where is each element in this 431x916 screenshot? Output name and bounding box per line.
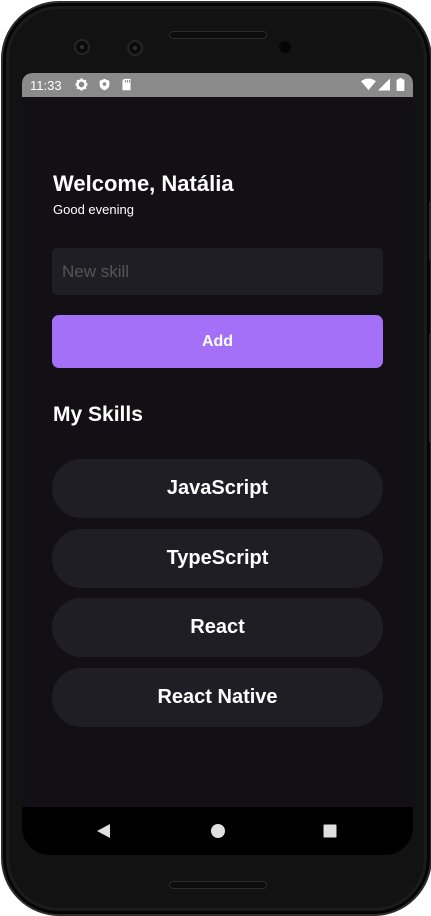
skill-card[interactable]: JavaScript — [52, 459, 383, 518]
status-time: 11:33 — [30, 78, 62, 93]
skill-card[interactable]: TypeScript — [52, 529, 383, 588]
front-camera-icon — [74, 39, 90, 55]
greeting-subtitle: Good evening — [53, 202, 134, 217]
welcome-title: Welcome, Natália — [53, 171, 234, 196]
recents-icon[interactable] — [318, 819, 342, 843]
wifi-icon — [361, 78, 376, 91]
settings-gear-icon — [75, 78, 88, 91]
app-screen: 11:33 Welcome, Natália Good evening New … — [22, 73, 413, 855]
section-title: My Skills — [53, 403, 143, 426]
sd-card-icon — [122, 78, 131, 91]
signal-icon — [378, 78, 390, 91]
battery-icon — [396, 78, 405, 91]
skill-card-label: React Native — [157, 686, 278, 708]
front-camera-icon — [127, 40, 143, 56]
new-skill-input[interactable] — [52, 248, 383, 295]
status-bar: 11:33 — [22, 73, 413, 97]
skill-card-label: JavaScript — [166, 477, 269, 499]
skill-card[interactable]: React Native — [52, 668, 383, 727]
proximity-sensor — [279, 41, 291, 53]
skill-card[interactable]: React — [52, 598, 383, 657]
main-content: Welcome, Natália Good evening Add My Ski… — [22, 97, 413, 807]
phone-frame: 11:33 Welcome, Natália Good evening New … — [1, 1, 431, 916]
skill-card-label: React — [190, 616, 245, 638]
earpiece-speaker — [169, 31, 267, 39]
shield-icon — [99, 78, 110, 91]
home-icon[interactable] — [206, 819, 230, 843]
bottom-speaker — [169, 881, 267, 889]
add-button[interactable]: Add — [52, 315, 383, 368]
skill-card-label: TypeScript — [166, 547, 269, 569]
navigation-bar — [22, 807, 413, 855]
back-icon[interactable] — [92, 819, 116, 843]
